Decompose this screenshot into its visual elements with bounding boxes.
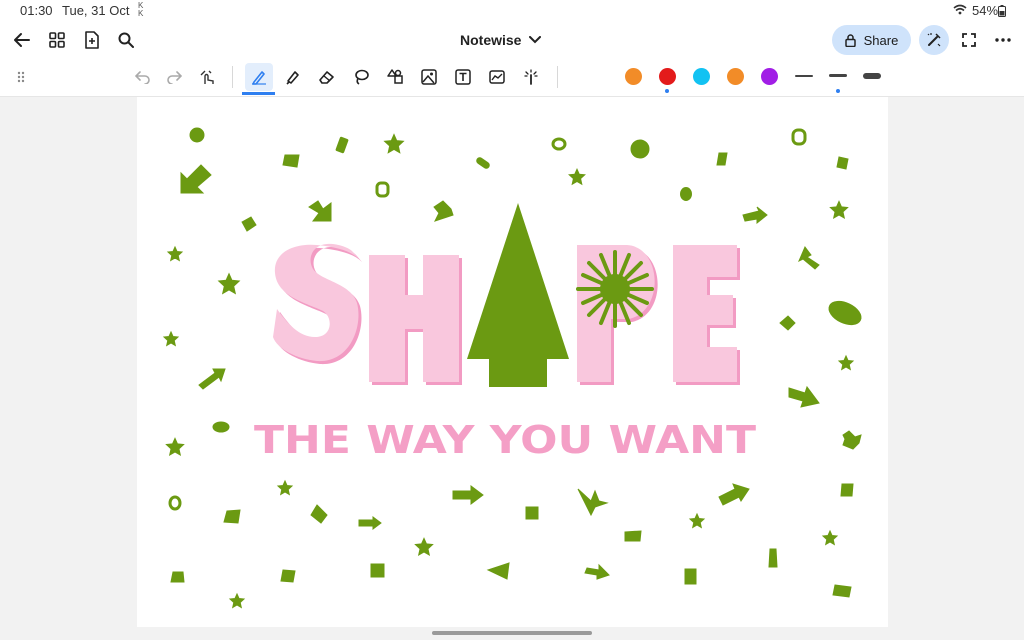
active-tool-indicator: [242, 92, 275, 95]
home-indicator: [432, 631, 592, 635]
more-options-button[interactable]: [989, 26, 1017, 54]
status-time: 01:30: [20, 3, 53, 18]
back-arrow-icon: [14, 33, 30, 47]
magic-pen-icon: [927, 33, 941, 47]
grid-icon: [49, 32, 65, 48]
stroke-width-medium[interactable]: [829, 74, 847, 77]
color-swatch-orange[interactable]: [625, 68, 642, 85]
more-icon: [995, 38, 1011, 42]
add-page-button[interactable]: [78, 26, 106, 54]
status-date: Tue, 31 Oct: [62, 3, 130, 18]
lock-icon: [844, 33, 856, 47]
notebook-title: Notewise: [460, 32, 522, 48]
laser-pointer-icon: [524, 69, 538, 85]
redo-icon: [167, 71, 182, 84]
color-swatch-orange-2[interactable]: [727, 68, 744, 85]
subtitle-text: THE WAY YOU WANT: [254, 418, 756, 462]
drawing-toolbar: [0, 58, 1024, 97]
battery-icon: [998, 5, 1006, 17]
sim-icon: KK: [138, 1, 144, 18]
pen-tool[interactable]: [245, 63, 273, 91]
touch-draw-icon: [200, 70, 214, 84]
page-drawing: THE WAY YOU WANT: [163, 127, 862, 608]
text-icon: [455, 69, 471, 85]
chart-icon: [489, 70, 505, 84]
add-page-icon: [85, 31, 99, 49]
headline-shape: [273, 203, 740, 387]
search-button[interactable]: [112, 26, 140, 54]
lasso-icon: [355, 69, 369, 85]
eraser-tool[interactable]: [313, 63, 341, 91]
fullscreen-icon: [962, 33, 976, 47]
stroke-width-thick[interactable]: [863, 73, 881, 79]
selected-color-indicator: [665, 89, 669, 93]
color-swatch-purple[interactable]: [761, 68, 778, 85]
toolbar-drag-handle[interactable]: [7, 63, 35, 91]
color-swatch-cyan[interactable]: [693, 68, 710, 85]
wifi-icon: [953, 4, 967, 15]
image-tool[interactable]: [415, 63, 443, 91]
undo-button[interactable]: [129, 63, 157, 91]
selected-stroke-indicator: [836, 89, 840, 93]
magic-pen-button[interactable]: [919, 25, 949, 55]
stroke-width-thin[interactable]: [795, 75, 813, 77]
search-icon: [118, 32, 134, 48]
pen-icon: [252, 71, 266, 85]
top-bar: Notewise Share: [0, 22, 1024, 58]
chart-tool[interactable]: [483, 63, 511, 91]
image-icon: [421, 69, 437, 85]
eraser-icon: [319, 71, 334, 84]
color-swatch-red[interactable]: [659, 68, 676, 85]
chevron-down-icon: [529, 36, 542, 44]
lasso-tool[interactable]: [347, 63, 375, 91]
battery-percent: 54%: [972, 3, 999, 18]
back-button[interactable]: [8, 26, 36, 54]
drag-handle-icon: [17, 71, 25, 83]
share-button[interactable]: Share: [832, 25, 911, 55]
text-tool[interactable]: [449, 63, 477, 91]
status-bar: 01:30 Tue, 31 Oct KK 54%: [0, 0, 1024, 22]
touch-draw-toggle[interactable]: [194, 63, 222, 91]
highlighter-icon: [286, 71, 299, 85]
pages-grid-button[interactable]: [43, 26, 71, 54]
share-label: Share: [863, 32, 899, 48]
undo-icon: [135, 71, 150, 84]
laser-pointer-tool[interactable]: [517, 63, 545, 91]
redo-button[interactable]: [160, 63, 188, 91]
notebook-title-dropdown[interactable]: Notewise: [460, 30, 542, 50]
shapes-tool[interactable]: [381, 63, 409, 91]
shapes-icon: [387, 69, 403, 84]
notebook-page[interactable]: THE WAY YOU WANT: [137, 97, 888, 627]
highlighter-tool[interactable]: [279, 63, 307, 91]
fullscreen-button[interactable]: [955, 26, 983, 54]
